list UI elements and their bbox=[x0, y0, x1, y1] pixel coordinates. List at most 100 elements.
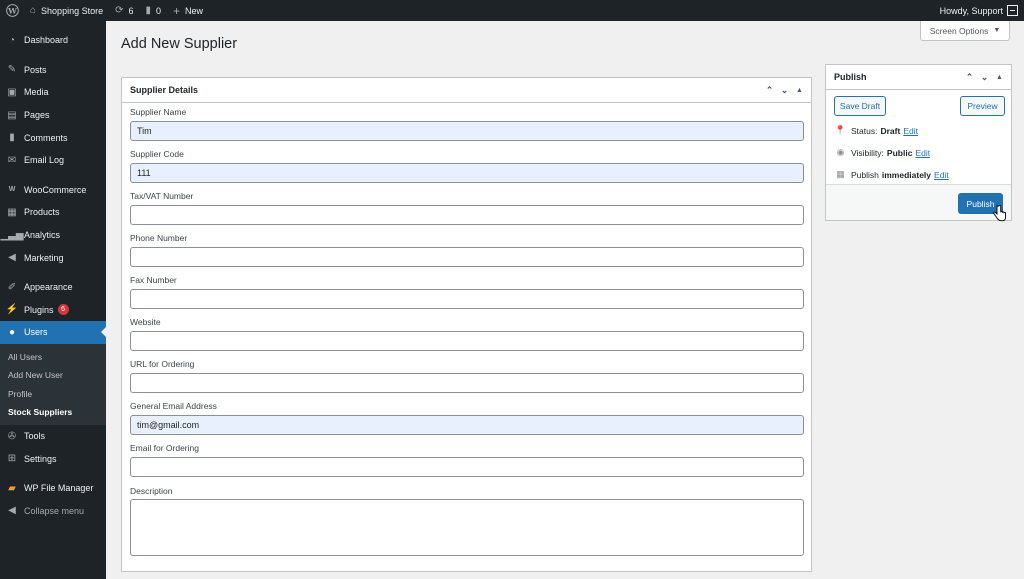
folder-icon: ▰ bbox=[8, 482, 16, 494]
comments-count: 0 bbox=[156, 5, 162, 16]
home-icon: ⌂ bbox=[30, 4, 37, 16]
visibility-edit-link[interactable]: Edit bbox=[915, 148, 930, 158]
supplier-code-input[interactable] bbox=[130, 163, 804, 183]
comments-link[interactable]: ▮ 0 bbox=[140, 0, 168, 21]
site-name-link[interactable]: ⌂ Shopping Store bbox=[24, 0, 109, 21]
my-account-link[interactable]: Howdy, Support bbox=[934, 0, 1024, 21]
pin-icon: ✎ bbox=[7, 64, 17, 76]
url-ordering-input[interactable] bbox=[130, 373, 804, 393]
general-email-input[interactable] bbox=[130, 415, 804, 435]
publish-date-label: Publish bbox=[851, 169, 879, 180]
visibility-label: Visibility: bbox=[851, 147, 884, 158]
email-icon: ✉ bbox=[7, 154, 17, 166]
sidebar-item-label: Dashboard bbox=[24, 35, 69, 46]
status-edit-link[interactable]: Edit bbox=[903, 126, 918, 136]
sidebar-item-label: Appearance bbox=[24, 282, 73, 293]
plugins-update-badge: 6 bbox=[57, 304, 69, 316]
phone-number-label: Phone Number bbox=[130, 233, 188, 243]
screen-options-button[interactable]: Screen Options ▼ bbox=[920, 21, 1010, 41]
sidebar-item-label: Posts bbox=[24, 64, 47, 75]
page-title: Add New Supplier bbox=[121, 36, 238, 52]
email-ordering-input[interactable] bbox=[130, 457, 804, 477]
pin-icon: 📍 bbox=[834, 125, 847, 135]
media-icon: ▣ bbox=[7, 86, 17, 98]
publish-handle-actions: ⌃ ⌄ ▲ bbox=[960, 72, 1011, 83]
sidebar-item-products[interactable]: ▦ Products bbox=[0, 201, 106, 224]
comment-icon: ▮ bbox=[9, 132, 15, 144]
move-up-icon[interactable]: ⌃ bbox=[964, 72, 975, 83]
sidebar-item-appearance[interactable]: ✐ Appearance bbox=[0, 276, 106, 299]
publish-title: Publish bbox=[834, 72, 867, 82]
submenu-item-all-users[interactable]: All Users bbox=[0, 348, 106, 367]
description-textarea[interactable] bbox=[130, 499, 804, 556]
calendar-icon: ▦ bbox=[836, 169, 845, 179]
sidebar-item-plugins[interactable]: ⚡ Plugins 6 bbox=[0, 299, 106, 322]
dashboard-icon: ◔ bbox=[8, 34, 16, 46]
new-content-link[interactable]: + New bbox=[167, 0, 209, 21]
toggle-panel-icon[interactable]: ▲ bbox=[794, 87, 805, 94]
sidebar-item-comments[interactable]: ▮ Comments bbox=[0, 126, 106, 149]
tax-vat-input[interactable] bbox=[130, 205, 804, 225]
supplier-details-box: Supplier Details ⌃ ⌄ ▲ Supplier Name Sup… bbox=[121, 77, 812, 572]
phone-number-input[interactable] bbox=[130, 247, 804, 267]
supplier-name-label: Supplier Name bbox=[130, 107, 187, 117]
sidebar-item-tools[interactable]: ✇ Tools bbox=[0, 425, 106, 448]
move-up-icon[interactable]: ⌃ bbox=[764, 85, 775, 96]
updates-link[interactable]: ⟳ 6 bbox=[109, 0, 139, 21]
new-label: New bbox=[185, 5, 204, 16]
hand-cursor-icon bbox=[993, 205, 1006, 222]
sidebar-item-woocommerce[interactable]: W WooCommerce bbox=[0, 179, 106, 202]
sidebar-item-label: Analytics bbox=[24, 230, 61, 241]
move-down-icon[interactable]: ⌄ bbox=[979, 72, 990, 83]
users-submenu: All Users Add New User Profile Stock Sup… bbox=[0, 343, 106, 425]
analytics-icon: ▁▃▅ bbox=[0, 229, 24, 241]
status-row: 📍 Status: Draft Edit bbox=[835, 125, 918, 136]
site-name: Shopping Store bbox=[41, 5, 104, 16]
sidebar-item-users[interactable]: ● Users bbox=[0, 321, 106, 344]
publish-actions: Publish bbox=[826, 184, 1011, 220]
sidebar-item-pages[interactable]: ▤ Pages bbox=[0, 104, 106, 127]
general-email-label: General Email Address bbox=[130, 401, 217, 411]
sidebar-item-label: Settings bbox=[24, 453, 57, 464]
move-down-icon[interactable]: ⌄ bbox=[779, 85, 790, 96]
website-input[interactable] bbox=[130, 331, 804, 351]
sidebar-item-dashboard[interactable]: ◔ Dashboard bbox=[0, 29, 106, 52]
sidebar-item-label: WooCommerce bbox=[24, 184, 87, 195]
submenu-item-add-new-user[interactable]: Add New User bbox=[0, 366, 106, 385]
sidebar-item-settings[interactable]: ⊞ Settings bbox=[0, 447, 106, 470]
collapse-menu-button[interactable]: ◀ Collapse menu bbox=[0, 500, 106, 523]
website-label: Website bbox=[130, 317, 161, 327]
products-icon: ▦ bbox=[7, 206, 17, 218]
sidebar-item-marketing[interactable]: ◀ Marketing bbox=[0, 246, 106, 269]
sidebar-item-analytics[interactable]: ▁▃▅ Analytics bbox=[0, 224, 106, 247]
sidebar-item-label: WP File Manager bbox=[24, 483, 94, 494]
publish-header: Publish ⌃ ⌄ ▲ bbox=[826, 65, 1011, 90]
email-ordering-label: Email for Ordering bbox=[130, 443, 199, 453]
publish-date-edit-link[interactable]: Edit bbox=[934, 170, 949, 180]
sidebar-item-label: Users bbox=[24, 327, 48, 338]
sidebar-item-label: Email Log bbox=[24, 155, 65, 166]
fax-number-label: Fax Number bbox=[130, 275, 177, 285]
supplier-name-input[interactable] bbox=[130, 121, 804, 141]
sidebar-item-wp-file-manager[interactable]: ▰ WP File Manager bbox=[0, 477, 106, 500]
save-draft-button[interactable]: Save Draft bbox=[834, 96, 886, 116]
admin-bar: W ⌂ Shopping Store ⟳ 6 ▮ 0 + New Howdy, … bbox=[0, 0, 1024, 21]
brush-icon: ✐ bbox=[7, 281, 17, 293]
sidebar-item-posts[interactable]: ✎ Posts bbox=[0, 59, 106, 82]
tax-vat-label: Tax/VAT Number bbox=[130, 191, 194, 201]
sidebar-item-media[interactable]: ▣ Media bbox=[0, 81, 106, 104]
toggle-panel-icon[interactable]: ▲ bbox=[994, 74, 1005, 81]
sidebar-item-label: Products bbox=[24, 207, 60, 218]
sidebar-item-email-log[interactable]: ✉ Email Log bbox=[0, 149, 106, 172]
sidebar-item-label: Collapse menu bbox=[24, 505, 85, 516]
sidebar-item-label: Plugins bbox=[24, 304, 54, 315]
submenu-item-profile[interactable]: Profile bbox=[0, 385, 106, 404]
avatar bbox=[1007, 5, 1018, 16]
submenu-item-stock-suppliers[interactable]: Stock Suppliers bbox=[0, 403, 106, 422]
visibility-value: Public bbox=[886, 147, 913, 158]
visibility-row: ◉ Visibility: Public Edit bbox=[835, 147, 931, 158]
preview-button[interactable]: Preview bbox=[960, 96, 1005, 116]
fax-number-input[interactable] bbox=[130, 289, 804, 309]
pages-icon: ▤ bbox=[7, 109, 17, 121]
wordpress-logo-icon[interactable]: W bbox=[0, 0, 24, 21]
